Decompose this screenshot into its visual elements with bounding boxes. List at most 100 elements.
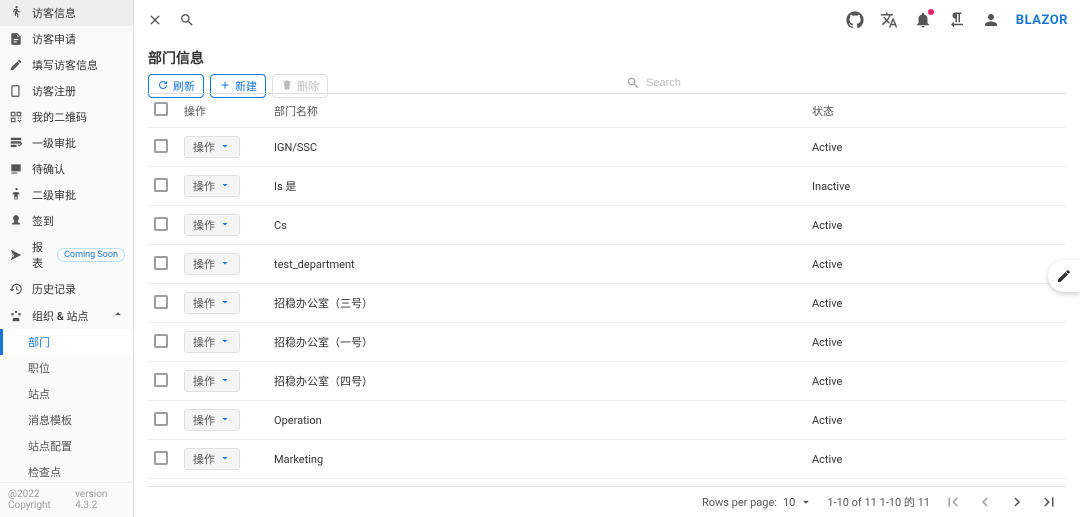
form-icon [8,57,24,73]
search-input[interactable] [646,77,1066,89]
github-icon[interactable] [846,11,864,29]
next-page-icon[interactable] [1008,493,1026,511]
report-icon [8,247,24,263]
sidebar-item-label: 报表 [32,239,45,271]
row-checkbox[interactable] [154,217,168,231]
notifications-icon[interactable] [914,11,932,29]
row-checkbox[interactable] [154,451,168,465]
row-action-button[interactable]: 操作 [184,448,240,470]
sidebar-item-label: 一级审批 [32,135,125,151]
row-status: Active [806,362,1066,401]
sidebar-item-label: 我的二维码 [32,109,125,125]
rtl-icon[interactable] [948,11,966,29]
sidebar-item-label: 二级审批 [32,187,125,203]
row-action-button[interactable]: 操作 [184,409,240,431]
org-icon [8,308,24,324]
prev-page-icon[interactable] [976,493,994,511]
sidebar-item-6[interactable]: 待确认 [0,156,133,182]
edit-fab[interactable] [1048,260,1080,292]
sidebar-subitem-0[interactable]: 部门 [0,329,133,355]
row-checkbox[interactable] [154,178,168,192]
row-action-button[interactable]: 操作 [184,253,240,275]
chevron-down-icon [219,413,231,428]
chevron-down-icon [219,179,231,194]
row-status: Active [806,323,1066,362]
row-action-button[interactable]: 操作 [184,370,240,392]
col-name: 部门名称 [268,94,806,128]
table-row: 操作 招稳办公室（四号）Active [148,362,1066,401]
approve2-icon [8,187,24,203]
row-checkbox[interactable] [154,139,168,153]
run-icon [8,5,24,21]
sidebar-item-8[interactable]: 签到 [0,208,133,234]
sidebar-item-4[interactable]: 我的二维码 [0,104,133,130]
row-action-button[interactable]: 操作 [184,175,240,197]
close-icon[interactable] [146,11,164,29]
table-row: 操作 OperationActive [148,401,1066,440]
chevron-down-icon [219,140,231,155]
row-action-button[interactable]: 操作 [184,214,240,236]
sidebar-item-2[interactable]: 填写访客信息 [0,52,133,78]
topbar: BLAZOR [134,0,1080,40]
chevron-up-icon [111,307,125,324]
brand[interactable]: BLAZOR [1016,13,1068,28]
sidebar-item-1[interactable]: 访客申请 [0,26,133,52]
sidebar-item-7[interactable]: 二级审批 [0,182,133,208]
sidebar-item-label: 待确认 [32,161,125,177]
table-row: 操作 Is 是Inactive [148,167,1066,206]
row-action-button[interactable]: 操作 [184,292,240,314]
rpp-label: Rows per page: [702,496,777,509]
row-action-button[interactable]: 操作 [184,136,240,158]
request-icon [8,31,24,47]
first-page-icon[interactable] [944,493,962,511]
translate-icon[interactable] [880,11,898,29]
sidebar-subitem-2[interactable]: 站点 [0,381,133,407]
rpp-select[interactable]: 10 [783,495,813,509]
confirm-icon [8,161,24,177]
row-status: Active [806,206,1066,245]
row-name: Marketing [268,440,806,479]
pager-info: 1-10 of 11 1-10 的 11 [827,494,930,510]
row-checkbox[interactable] [154,412,168,426]
search-icon-small [626,76,640,90]
sidebar-item-label: 组织 & 站点 [32,308,103,324]
row-checkbox[interactable] [154,256,168,270]
coming-soon-badge: Coming Soon [57,248,125,262]
sidebar-item-label: 签到 [32,213,125,229]
row-action-button[interactable]: 操作 [184,331,240,353]
sidebar-subitem-4[interactable]: 站点配置 [0,433,133,459]
row-checkbox[interactable] [154,373,168,387]
chevron-down-icon [219,296,231,311]
sidebar-item-5[interactable]: 一级审批 [0,130,133,156]
row-checkbox[interactable] [154,334,168,348]
version: version 4.3.2 [75,489,125,511]
sign-icon [8,213,24,229]
sidebar-item-0[interactable]: 访客信息 [0,0,133,26]
sidebar-subitem-5[interactable]: 检查点 [0,459,133,482]
department-table: 操作 部门名称 状态 操作 IGN/SSCActive操作 Is 是Inacti… [148,94,1066,479]
last-page-icon[interactable] [1040,493,1058,511]
table-row: 操作 MarketingActive [148,440,1066,479]
row-status: Active [806,440,1066,479]
chevron-down-icon [219,374,231,389]
sidebar-item-10[interactable]: 历史记录 [0,276,133,302]
book-icon [8,83,24,99]
table-search[interactable] [626,76,1066,91]
table-row: 操作 招稳办公室（三号）Active [148,284,1066,323]
dropdown-icon [799,495,813,509]
sidebar-item-11[interactable]: 组织 & 站点 [0,302,133,329]
sidebar-item-label: 访客申请 [32,31,125,47]
select-all-checkbox[interactable] [154,102,168,116]
row-name: test_department [268,245,806,284]
row-checkbox[interactable] [154,295,168,309]
sidebar-subitem-3[interactable]: 消息模板 [0,407,133,433]
table-row: 操作 IGN/SSCActive [148,128,1066,167]
pencil-icon [1056,268,1072,284]
account-icon[interactable] [982,11,1000,29]
sidebar-item-9[interactable]: 报表 Coming Soon [0,234,133,276]
search-icon[interactable] [178,11,196,29]
sidebar-subitem-1[interactable]: 职位 [0,355,133,381]
row-name: Cs [268,206,806,245]
sidebar-item-3[interactable]: 访客注册 [0,78,133,104]
chevron-down-icon [219,335,231,350]
